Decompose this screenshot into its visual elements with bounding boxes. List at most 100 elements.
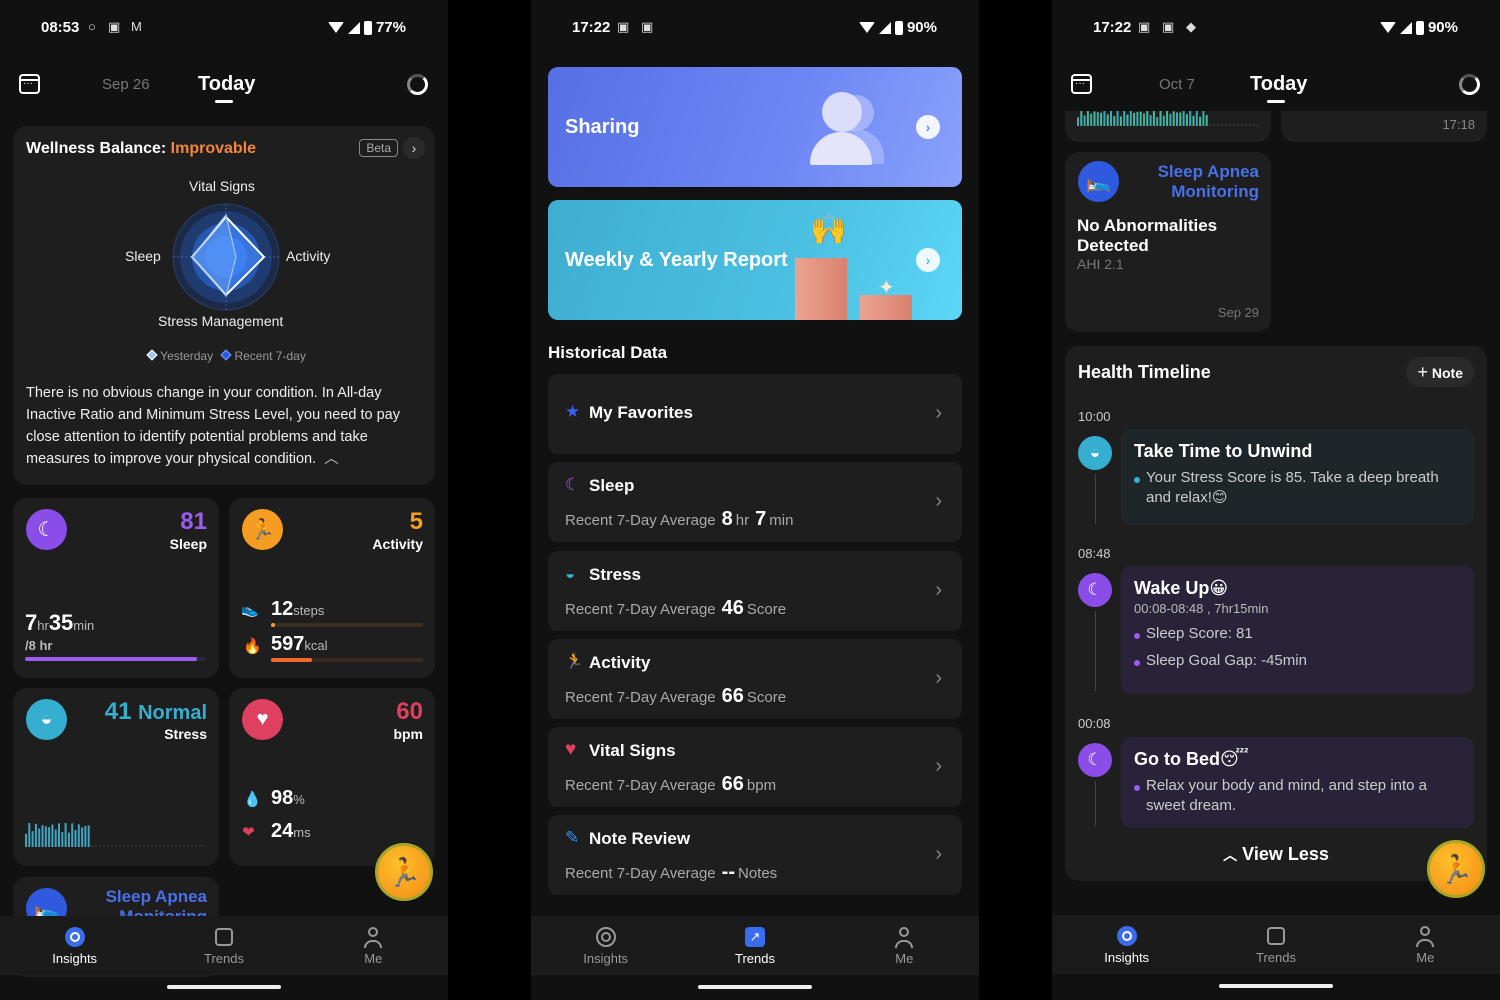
- person-icon: [362, 926, 384, 948]
- nav-insights[interactable]: Insights: [1052, 915, 1201, 974]
- home-indicator[interactable]: [698, 985, 812, 989]
- chevron-right-icon: ›: [935, 843, 942, 865]
- calendar-icon[interactable]: [19, 74, 40, 94]
- stress-card[interactable]: ◒ 41 Normal Stress: [13, 688, 219, 866]
- view-less-button[interactable]: ︿ View Less: [1065, 844, 1487, 865]
- hist-item-stress[interactable]: ◒ Stress Recent 7-Day Average 46 Score ›: [548, 551, 962, 631]
- stress-bar: [1159, 110, 1162, 126]
- hist-item-activity[interactable]: 🏃 Activity Recent 7-Day Average 66 Score ›: [548, 639, 962, 719]
- stress-bar: [1176, 112, 1178, 126]
- stress-bar: [64, 823, 67, 847]
- hist-item-note-review[interactable]: ✎ Note Review Recent 7-Day Average -- Note…: [548, 815, 962, 895]
- stress-bar: [1185, 114, 1188, 126]
- sync-icon[interactable]: [1459, 74, 1480, 95]
- gmail-icon: M: [131, 19, 142, 34]
- stress-bar: [1192, 115, 1195, 126]
- sleep-score: 81: [180, 508, 207, 535]
- wellness-balance-card[interactable]: Wellness Balance: Improvable Beta › Vita…: [13, 126, 435, 485]
- today-indicator: [215, 100, 233, 103]
- calendar-icon[interactable]: [1071, 74, 1092, 94]
- spo2-value: 98%: [271, 787, 305, 809]
- nav-trends[interactable]: ↗ Trends: [680, 916, 829, 975]
- person-icon: [1414, 925, 1436, 947]
- nav-me[interactable]: Me: [830, 916, 979, 975]
- previous-date-tab[interactable]: Sep 26: [102, 76, 150, 93]
- collapse-icon[interactable]: ︿: [324, 451, 339, 467]
- insights-icon: [595, 926, 617, 948]
- stress-bar: [1077, 117, 1079, 126]
- hist-item-average: Recent 7-Day Average 66 bpm: [565, 773, 777, 795]
- stress-bar: [1143, 113, 1145, 126]
- stress-bar: [77, 824, 80, 847]
- nav-insights[interactable]: Insights: [0, 916, 149, 975]
- workout-fab-button[interactable]: 🏃: [1427, 840, 1485, 898]
- bottom-nav: Insights Trends Me: [1052, 915, 1500, 974]
- running-icon: 🏃: [386, 856, 422, 888]
- report-banner[interactable]: Weekly & Yearly Report 🙌 ✦ ›: [548, 200, 962, 320]
- hist-item-sleep[interactable]: ☾ Sleep Recent 7-Day Average 8 hr 7 min ›: [548, 462, 962, 542]
- battery-level: 90%: [1427, 19, 1458, 36]
- add-note-button[interactable]: + Note: [1406, 357, 1474, 387]
- hist-item-average: Recent 7-Day Average -- Notes: [565, 861, 778, 883]
- stress-bar: [1123, 110, 1126, 126]
- home-indicator[interactable]: [167, 985, 281, 989]
- hist-item-title: Activity: [589, 653, 651, 672]
- stress-bar: [1139, 111, 1142, 126]
- wellness-radar-chart: [172, 203, 280, 311]
- sleep-card[interactable]: ☾ 81 Sleep 7hr35min /8 hr: [13, 498, 219, 678]
- previous-date-tab[interactable]: Oct 7: [1159, 76, 1195, 93]
- stress-bar: [1110, 110, 1112, 126]
- beta-badge: Beta: [359, 139, 398, 157]
- person-icon: [893, 926, 915, 948]
- wellness-title: Wellness Balance:: [26, 140, 167, 157]
- outlook-icon: ▣: [617, 19, 630, 34]
- stress-bar: [81, 827, 84, 847]
- status-time: 08:53: [41, 19, 80, 36]
- heart-icon: ♥: [565, 739, 577, 760]
- bottom-nav: Insights Trends Me: [0, 916, 448, 975]
- nav-trends[interactable]: Trends: [1201, 915, 1350, 974]
- hist-item-title: Vital Signs: [589, 741, 676, 760]
- stress-bar: [1149, 115, 1152, 126]
- trends-icon: [213, 926, 235, 948]
- heart-rate-card[interactable]: ♥ 60 bpm 💧 98% ❤ 24ms: [229, 688, 435, 866]
- sharing-banner[interactable]: Sharing ›: [548, 67, 962, 187]
- stress-bar: [1116, 110, 1119, 126]
- nav-me[interactable]: Me: [1351, 915, 1500, 974]
- stress-bar: [1136, 111, 1139, 126]
- timeline-event-unwind[interactable]: Take Time to Unwind Your Stress Score is…: [1121, 429, 1474, 525]
- sleep-apnea-card[interactable]: 🛌 Sleep Apnea Monitoring No Abnormalitie…: [1065, 152, 1271, 332]
- hist-item-vital-signs[interactable]: ♥ Vital Signs Recent 7-Day Average 66 bpm …: [548, 727, 962, 807]
- star-icon: ★: [565, 402, 581, 421]
- running-icon: 🏃: [1438, 853, 1474, 885]
- timeline-event-go-to-bed[interactable]: Go to Bed😴 Relax your body and mind, and…: [1121, 737, 1474, 828]
- nav-me[interactable]: Me: [299, 916, 448, 975]
- stress-bar: [1172, 111, 1175, 126]
- heart-icon: ♥: [242, 699, 283, 740]
- nav-insights[interactable]: Insights: [531, 916, 680, 975]
- today-tab[interactable]: Today: [1250, 73, 1307, 96]
- signal-icon: [878, 21, 891, 34]
- sleep-moon-icon: ☾: [26, 509, 67, 550]
- office-icon: ▣: [641, 19, 654, 34]
- today-tab[interactable]: Today: [198, 73, 255, 96]
- stress-bar: [1086, 110, 1089, 126]
- stress-bar: [1106, 114, 1109, 126]
- timeline-time: 10:00: [1078, 409, 1111, 424]
- stress-bar: [1162, 115, 1165, 126]
- bottom-nav: Insights ↗ Trends Me: [531, 916, 979, 975]
- timeline-event-wake-up[interactable]: Wake Up😀 00:08-08:48 , 7hr15min Sleep Sc…: [1121, 566, 1474, 694]
- activity-card[interactable]: 🏃 5 Activity 👟 12steps 🔥 597kcal: [229, 498, 435, 678]
- stress-bar: [1129, 110, 1132, 126]
- stress-bar: [71, 823, 74, 847]
- home-indicator[interactable]: [1219, 984, 1333, 988]
- workout-fab-button[interactable]: 🏃: [375, 843, 433, 901]
- chevron-right-icon: ›: [935, 667, 942, 689]
- sync-icon[interactable]: [407, 74, 428, 95]
- trends-icon: ↗: [744, 926, 766, 948]
- nav-trends[interactable]: Trends: [149, 916, 298, 975]
- hist-item-favorites[interactable]: ★ My Favorites ›: [548, 374, 962, 454]
- health-timeline-title: Health Timeline: [1078, 362, 1211, 382]
- running-icon: 🏃: [565, 653, 584, 670]
- chevron-right-icon[interactable]: ›: [403, 137, 425, 159]
